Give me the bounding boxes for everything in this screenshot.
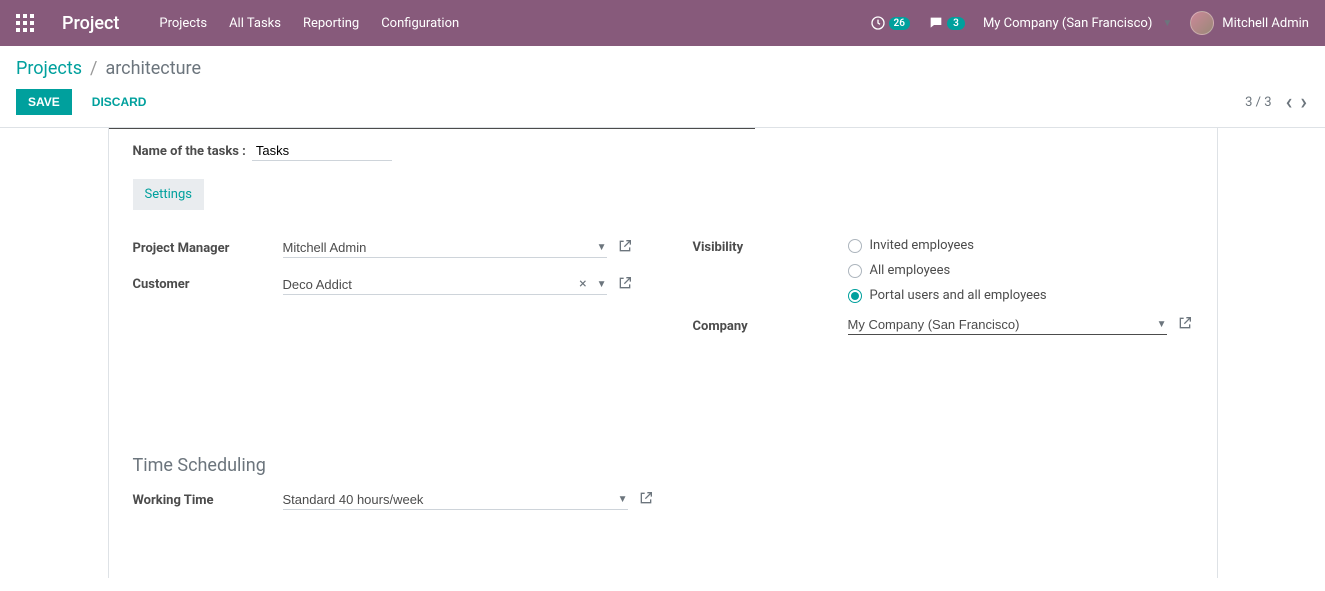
avatar <box>1190 11 1214 35</box>
input-customer[interactable] <box>283 277 580 292</box>
label-customer: Customer <box>133 277 283 292</box>
company-selector[interactable]: My Company (San Francisco) ▼ <box>983 16 1172 31</box>
radio-icon <box>848 239 862 253</box>
nav-projects[interactable]: Projects <box>159 16 207 31</box>
pager: 3 / 3 ‹ › <box>1245 90 1309 115</box>
right-col: Visibility Invited employees All employe… <box>693 238 1193 335</box>
tasks-label: Name of the tasks : <box>133 144 246 159</box>
two-col: Project Manager ▼ Customer × ▼ <box>133 238 1193 335</box>
brand-title: Project <box>62 13 119 34</box>
field-project-manager[interactable]: ▼ <box>283 238 607 258</box>
sheet-wrap: Name of the tasks : Settings Project Man… <box>0 128 1325 578</box>
input-project-manager[interactable] <box>283 240 593 255</box>
breadcrumb-current: architecture <box>105 58 201 79</box>
caret-down-icon[interactable]: ▼ <box>597 242 607 253</box>
company-name: My Company (San Francisco) <box>983 16 1152 31</box>
nav-right: 26 3 My Company (San Francisco) ▼ Mitche… <box>870 11 1310 35</box>
caret-down-icon[interactable]: ▼ <box>597 279 607 290</box>
row-project-manager: Project Manager ▼ <box>133 238 633 258</box>
clear-icon[interactable]: × <box>579 276 586 292</box>
nav-links: Projects All Tasks Reporting Configurati… <box>159 16 869 31</box>
input-company[interactable] <box>848 317 1153 332</box>
row-company: Company ▼ <box>693 315 1193 335</box>
caret-down-icon[interactable]: ▼ <box>1157 319 1167 330</box>
tab-settings[interactable]: Settings <box>133 179 204 210</box>
external-link-icon <box>638 490 654 506</box>
breadcrumb-sep: / <box>90 58 97 79</box>
radio-label: All employees <box>870 263 951 278</box>
field-company[interactable]: ▼ <box>848 315 1167 335</box>
caret-down-icon[interactable]: ▼ <box>618 494 628 505</box>
label-company: Company <box>693 317 848 334</box>
discard-button[interactable]: Discard <box>92 95 147 109</box>
section-time-scheduling: Time Scheduling <box>133 455 1193 476</box>
radio-all-employees[interactable]: All employees <box>848 263 1047 278</box>
tasks-input[interactable] <box>252 141 392 161</box>
label-visibility: Visibility <box>693 238 848 255</box>
input-working-time[interactable] <box>283 492 614 507</box>
external-link-working-time[interactable] <box>638 490 654 510</box>
radio-icon <box>848 264 862 278</box>
nav-configuration[interactable]: Configuration <box>381 16 459 31</box>
external-link-icon <box>1177 315 1193 331</box>
tabs: Settings <box>133 179 1193 210</box>
nav-reporting[interactable]: Reporting <box>303 16 359 31</box>
radio-invited-employees[interactable]: Invited employees <box>848 238 1047 253</box>
field-customer[interactable]: × ▼ <box>283 274 607 295</box>
discuss-indicator[interactable]: 3 <box>928 15 965 31</box>
save-button[interactable]: Save <box>16 89 72 115</box>
external-link-icon <box>617 238 633 254</box>
radio-label: Invited employees <box>870 238 975 253</box>
clock-icon <box>870 15 886 31</box>
activity-badge: 26 <box>889 17 910 30</box>
external-link-project-manager[interactable] <box>617 238 633 258</box>
discuss-badge: 3 <box>947 17 965 30</box>
radio-icon <box>848 289 862 303</box>
left-col: Project Manager ▼ Customer × ▼ <box>133 238 633 335</box>
pager-next[interactable]: › <box>1298 90 1309 115</box>
row-customer: Customer × ▼ <box>133 274 633 295</box>
activity-indicator[interactable]: 26 <box>870 15 910 31</box>
row-working-time: Working Time ▼ <box>133 490 693 510</box>
chat-icon <box>928 15 944 31</box>
tasks-name-row: Name of the tasks : <box>133 129 1193 179</box>
apps-icon[interactable] <box>16 14 34 32</box>
breadcrumb-root[interactable]: Projects <box>16 58 82 79</box>
radio-portal-users[interactable]: Portal users and all employees <box>848 288 1047 303</box>
row-visibility: Visibility Invited employees All employe… <box>693 238 1193 303</box>
label-project-manager: Project Manager <box>133 241 283 256</box>
breadcrumb: Projects / architecture <box>0 46 1325 79</box>
form-sheet: Name of the tasks : Settings Project Man… <box>108 128 1218 578</box>
radio-label: Portal users and all employees <box>870 288 1047 303</box>
navbar: Project Projects All Tasks Reporting Con… <box>0 0 1325 46</box>
pager-count: 3 / 3 <box>1245 95 1271 110</box>
actions-bar: Save Discard 3 / 3 ‹ › <box>0 79 1325 128</box>
label-working-time: Working Time <box>133 493 283 508</box>
user-menu[interactable]: Mitchell Admin <box>1190 11 1309 35</box>
caret-down-icon: ▼ <box>1162 18 1172 29</box>
pager-prev[interactable]: ‹ <box>1284 90 1295 115</box>
field-working-time[interactable]: ▼ <box>283 490 628 510</box>
external-link-icon <box>617 275 633 291</box>
visibility-radio-group: Invited employees All employees Portal u… <box>848 238 1047 303</box>
external-link-company[interactable] <box>1177 315 1193 335</box>
user-name: Mitchell Admin <box>1222 16 1309 31</box>
nav-all-tasks[interactable]: All Tasks <box>229 16 281 31</box>
external-link-customer[interactable] <box>617 275 633 295</box>
